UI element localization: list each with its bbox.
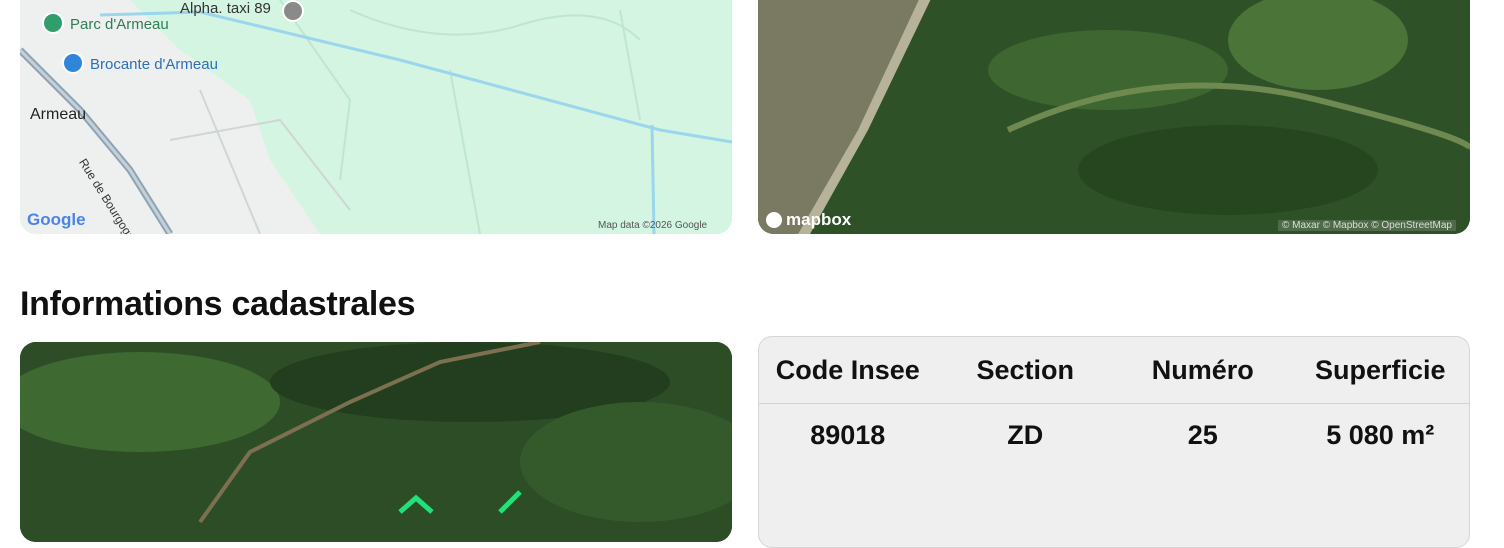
google-logo: Google <box>27 210 86 229</box>
satellite-map[interactable]: mapbox © Maxar © Mapbox © OpenStreetMap <box>758 0 1470 234</box>
header-superficie: Superficie <box>1291 337 1469 404</box>
satellite-canvas <box>758 0 1470 234</box>
map-attribution[interactable]: Map data ©2026 Google <box>598 220 707 231</box>
header-code-insee: Code Insee <box>759 337 937 404</box>
cell-numero: 25 <box>1187 419 1218 450</box>
cadastral-info-table: Code Insee Section Numéro Superficie 890… <box>758 336 1470 548</box>
cell-code-insee: 89018 <box>810 419 886 450</box>
cell-section: ZD <box>1007 419 1044 450</box>
mapbox-logo: mapbox <box>786 210 852 229</box>
map-canvas <box>20 0 732 234</box>
table-row: 89018 ZD 25 5 080 m² <box>759 404 1469 467</box>
location-map[interactable]: Alpha. taxi 89 Parc d'Armeau Brocante d'… <box>20 0 732 234</box>
park-tree-icon[interactable] <box>42 12 64 34</box>
header-numero: Numéro <box>1114 337 1292 404</box>
cadastral-map-canvas <box>20 342 732 542</box>
taxi-icon[interactable] <box>282 0 304 22</box>
cell-superficie: 5 080 m² <box>1326 419 1435 450</box>
section-title: Informations cadastrales <box>20 285 416 323</box>
town-label: Armeau <box>30 106 87 123</box>
shopping-bag-icon[interactable] <box>62 52 84 74</box>
mapbox-icon <box>766 212 782 228</box>
header-section: Section <box>936 337 1114 404</box>
cadastral-map[interactable] <box>20 342 732 542</box>
place-label-park[interactable]: Parc d'Armeau <box>70 16 169 33</box>
satellite-attribution[interactable]: © Maxar © Mapbox © OpenStreetMap <box>1278 220 1456 231</box>
table-header-row: Code Insee Section Numéro Superficie <box>759 337 1469 404</box>
place-label-taxi[interactable]: Alpha. taxi 89 <box>180 0 271 17</box>
place-label-brocante[interactable]: Brocante d'Armeau <box>90 56 218 73</box>
